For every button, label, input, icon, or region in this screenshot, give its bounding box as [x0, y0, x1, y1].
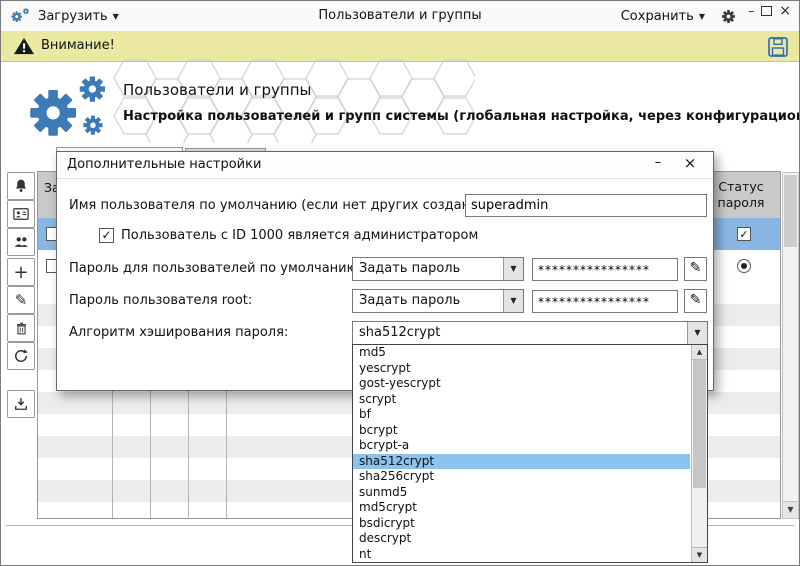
plus-icon: +: [13, 262, 28, 283]
hash-option-bsdicrypt[interactable]: bsdicrypt: [353, 516, 690, 532]
maximize-button[interactable]: [761, 6, 772, 16]
save-button[interactable]: Сохранить ▼: [621, 1, 705, 31]
root-password-label: Пароль пользователя root:: [69, 293, 252, 308]
refresh-icon: [12, 347, 30, 365]
download-button[interactable]: [7, 390, 35, 418]
combo-arrow-icon[interactable]: ▼: [503, 290, 523, 312]
add-button[interactable]: +: [7, 258, 35, 286]
hash-option-descrypt[interactable]: descrypt: [353, 531, 690, 547]
warning-icon: [13, 36, 35, 56]
default-username-label: Имя пользователя по умолчанию (если нет …: [69, 198, 506, 213]
default-password-label: Пароль для пользователей по умолчанию:: [69, 261, 362, 276]
admin-id1000-checkbox[interactable]: ✓: [99, 228, 114, 243]
app-gears-icon: [9, 5, 31, 27]
page-title: Пользователи и группы: [123, 81, 311, 99]
combo-arrow-icon[interactable]: ▼: [503, 258, 523, 280]
root-password-input[interactable]: [532, 290, 678, 313]
hash-option-md5crypt[interactable]: md5crypt: [353, 500, 690, 516]
dialog-titlebar[interactable]: Дополнительные настройки – ×: [57, 152, 713, 179]
hexagon-pattern: [113, 59, 475, 143]
dropdown-scrollbar[interactable]: ▲ ▼: [691, 345, 707, 562]
hash-option-sunmd5[interactable]: sunmd5: [353, 485, 690, 501]
hash-algorithm-dropdown-list: md5 yescrypt gost-yescrypt scrypt bf bcr…: [352, 344, 708, 563]
load-button-label: Загрузить: [38, 9, 108, 24]
hash-algorithm-combobox[interactable]: sha512crypt ▼: [352, 321, 708, 345]
hash-option-bcrypt[interactable]: bcrypt: [353, 423, 690, 439]
notifications-button[interactable]: [7, 172, 35, 200]
user-card-button[interactable]: [7, 200, 35, 228]
edit-button[interactable]: ✎: [7, 286, 35, 314]
minimize-button[interactable]: –: [748, 4, 754, 18]
dialog-minimize-button[interactable]: –: [647, 154, 669, 174]
page-subtitle: Настройка пользователей и групп системы …: [123, 109, 800, 124]
hash-option-sha256crypt[interactable]: sha256crypt: [353, 469, 690, 485]
settings-gear-button[interactable]: [720, 8, 737, 25]
root-password-mode-combobox[interactable]: Задать пароль ▼: [352, 289, 524, 313]
admin-id1000-label: Пользователь с ID 1000 является админист…: [121, 228, 478, 243]
chevron-down-icon: ▼: [113, 12, 119, 21]
root-password-mode-value: Задать пароль: [359, 290, 501, 312]
bell-icon: [12, 177, 30, 195]
refresh-button[interactable]: [7, 342, 35, 370]
password-status-radio-row2[interactable]: [737, 259, 751, 273]
hash-option-nt[interactable]: nt: [353, 547, 690, 563]
warning-text: Внимание!: [41, 31, 115, 61]
default-password-mode-combobox[interactable]: Задать пароль ▼: [352, 257, 524, 281]
hash-option-gost-yescrypt[interactable]: gost-yescrypt: [353, 376, 690, 392]
dropdown-scroll-up-button[interactable]: ▲: [692, 345, 707, 360]
dropdown-scrollbar-thumb[interactable]: [693, 360, 706, 488]
id-card-icon: [12, 205, 30, 223]
people-icon: [12, 233, 30, 251]
warning-bar: Внимание!: [1, 31, 799, 62]
save-file-button[interactable]: [765, 34, 791, 60]
hash-algorithm-label: Алгоритм хэширования пароля:: [69, 325, 288, 340]
root-password-edit-button[interactable]: ✎: [684, 289, 707, 313]
close-button[interactable]: ×: [779, 3, 791, 19]
combo-arrow-icon[interactable]: ▼: [687, 322, 707, 344]
default-password-input[interactable]: [532, 258, 678, 281]
password-status-checkbox-row1[interactable]: ✓: [737, 227, 751, 241]
hash-option-md5[interactable]: md5: [353, 345, 690, 361]
user-groups-button[interactable]: [7, 228, 35, 256]
vertical-scrollbar[interactable]: ▼: [782, 172, 799, 519]
app-window: Загрузить ▼ Пользователи и группы Сохран…: [0, 0, 800, 566]
save-button-label: Сохранить: [621, 9, 694, 24]
hash-option-scrypt[interactable]: scrypt: [353, 392, 690, 408]
hash-option-sha512crypt[interactable]: sha512crypt: [353, 454, 690, 470]
hash-algorithm-value: sha512crypt: [359, 322, 685, 344]
floppy-icon: [766, 35, 790, 59]
default-password-edit-button[interactable]: ✎: [684, 257, 707, 281]
hash-option-bf[interactable]: bf: [353, 407, 690, 423]
dropdown-scroll-down-button[interactable]: ▼: [692, 547, 707, 562]
scrollbar-thumb[interactable]: [784, 175, 797, 247]
dialog-close-button[interactable]: ×: [679, 154, 701, 174]
download-icon: [12, 395, 30, 413]
delete-button[interactable]: [7, 314, 35, 342]
scrollbar-down-button[interactable]: ▼: [783, 501, 798, 518]
load-button[interactable]: Загрузить ▼: [38, 9, 119, 24]
default-password-mode-value: Задать пароль: [359, 258, 501, 280]
header-gears-icon: [23, 71, 109, 145]
hash-option-yescrypt[interactable]: yescrypt: [353, 361, 690, 377]
default-username-input[interactable]: [465, 194, 707, 217]
window-titlebar: Загрузить ▼ Пользователи и группы Сохран…: [1, 1, 799, 32]
trash-icon: [13, 320, 30, 337]
pencil-icon: ✎: [15, 291, 28, 309]
hash-option-bcrypt-a[interactable]: bcrypt-a: [353, 438, 690, 454]
chevron-down-icon: ▼: [699, 12, 705, 21]
dialog-title: Дополнительные настройки: [67, 152, 261, 178]
